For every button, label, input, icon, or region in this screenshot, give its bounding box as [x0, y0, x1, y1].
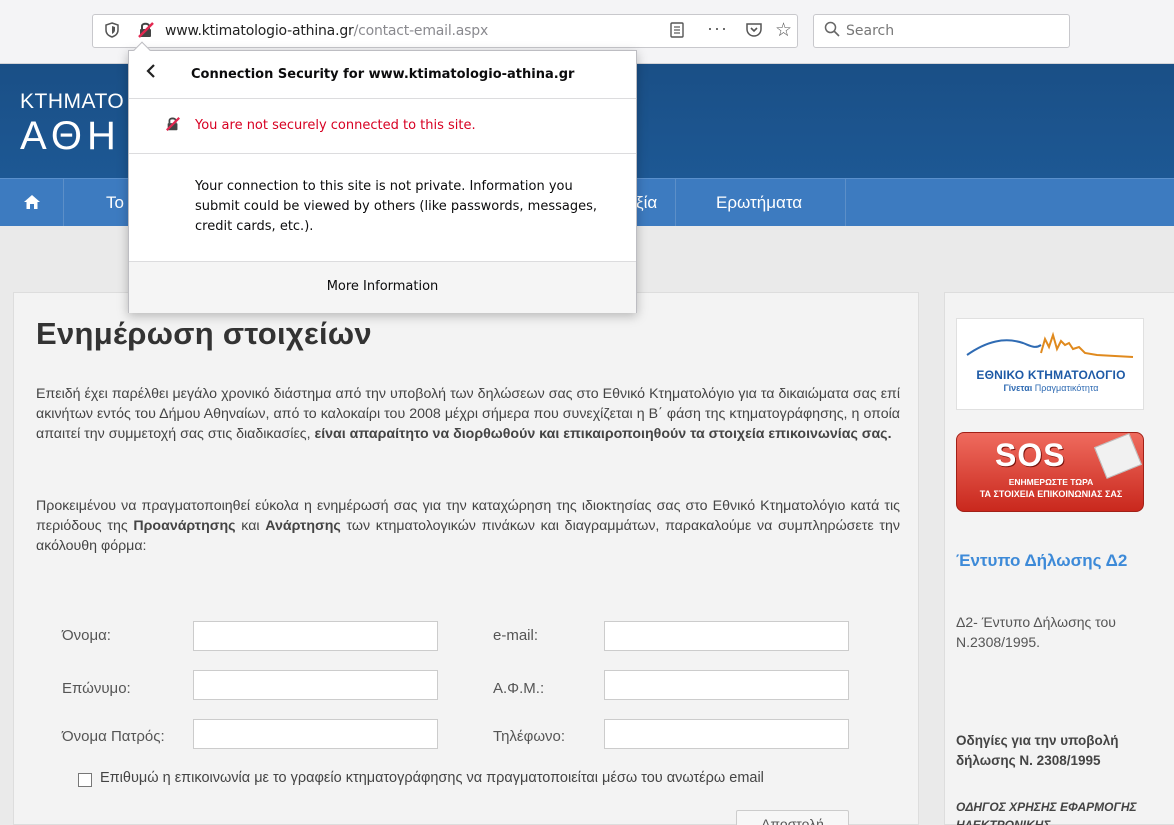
document-icon — [1094, 433, 1142, 479]
search-placeholder: Search — [846, 23, 895, 39]
submit-button[interactable]: Αποστολή — [736, 810, 849, 825]
intro-paragraph: Επειδή έχει παρέλθει μεγάλο χρονικό διάσ… — [36, 384, 900, 444]
insecure-lock-icon — [165, 116, 181, 136]
user-guide-link[interactable]: ΟΔΗΓΟΣ ΧΡΗΣΗΣ ΕΦΑΡΜΟΓΗΣ ΗΛΕΚΤΡΟΝΙΚΗΣ — [956, 798, 1171, 825]
search-icon — [824, 21, 840, 42]
intro-bold: είναι απαραίτητο να διορθωθούν και επικα… — [314, 426, 892, 442]
instructions-bold-1: Προανάρτησης — [133, 518, 236, 534]
url-text[interactable]: www.ktimatologio-athina.gr/contact-email… — [165, 23, 488, 39]
first-name-field[interactable] — [193, 621, 438, 651]
phone-field[interactable] — [604, 719, 849, 749]
back-arrow-icon[interactable] — [145, 63, 157, 84]
pocket-icon[interactable] — [745, 21, 763, 43]
search-box[interactable]: Search — [813, 14, 1070, 48]
url-bar[interactable]: www.ktimatologio-athina.gr/contact-email… — [92, 14, 798, 48]
sos-text: SOS — [995, 437, 1066, 473]
last-name-label: Επώνυμο: — [62, 680, 131, 697]
instructions-link[interactable]: Οδηγίες για την υποβολή δήλωσης Ν. 2308/… — [956, 731, 1171, 771]
popup-title: Connection Security for www.ktimatologio… — [191, 67, 575, 82]
form-instructions: Προκειμένου να πραγματοποιηθεί εύκολα η … — [36, 496, 900, 556]
cadastre-logo-icon — [966, 331, 1134, 358]
banner-cadastre-subtitle: Γίνεται Πραγματικότητα — [957, 383, 1145, 393]
national-cadastre-banner[interactable]: ΕΘΝΙΚΟ ΚΤΗΜΑΤΟΛΟΓΙΟ Γίνεται Πραγματικότη… — [956, 318, 1144, 410]
site-logo-line1[interactable]: ΚΤΗΜΑΤΟ — [20, 90, 124, 114]
email-contact-checkbox[interactable] — [78, 773, 92, 787]
banner-subtitle-text: Πραγματικότητα — [1032, 383, 1099, 393]
first-name-label: Όνομα: — [62, 627, 111, 644]
email-field[interactable] — [604, 621, 849, 651]
bookmark-star-icon[interactable]: ☆ — [775, 19, 792, 42]
afm-label: Α.Φ.Μ.: — [493, 680, 545, 697]
home-icon — [23, 195, 40, 209]
father-name-label: Όνομα Πατρός: — [62, 728, 165, 745]
popup-warning-row: You are not securely connected to this s… — [129, 99, 636, 154]
instructions-text-2: και — [235, 518, 266, 534]
father-name-field[interactable] — [193, 719, 438, 749]
site-logo-line2[interactable]: ΑΘΗ — [20, 114, 121, 159]
sos-line-2: ΤΑ ΣΤΟΙΧΕΙΑ ΕΠΙΚΟΙΝΩΝΙΑΣ ΣΑΣ — [979, 489, 1123, 499]
page-title: Ενημέρωση στοιχείων — [36, 316, 372, 351]
popup-body-text: Your connection to this site is not priv… — [195, 179, 597, 234]
url-path: /contact-email.aspx — [353, 23, 489, 39]
shield-icon[interactable] — [105, 22, 119, 42]
sos-update-banner[interactable]: SOS ΕΝΗΜΕΡΩΣΤΕ ΤΩΡΑ ΤΑ ΣΤΟΙΧΕΙΑ ΕΠΙΚΟΙΝΩ… — [956, 432, 1144, 512]
d2-form-link[interactable]: Δ2- Έντυπο Δήλωσης του Ν.2308/1995. — [956, 612, 1166, 652]
instructions-bold-2: Ανάρτησης — [265, 518, 341, 534]
more-information-button[interactable]: More Information — [129, 261, 636, 313]
nav-item-contact[interactable]: ξία — [636, 179, 677, 226]
insecure-warning-text: You are not securely connected to this s… — [195, 118, 476, 133]
connection-security-popup: Connection Security for www.ktimatologio… — [128, 50, 637, 313]
afm-field[interactable] — [604, 670, 849, 700]
more-icon[interactable]: ··· — [707, 18, 728, 39]
nav-item-questions[interactable]: Ερωτήματα — [696, 179, 846, 226]
nav-home[interactable] — [0, 179, 64, 226]
sos-line-1: ΕΝΗΜΕΡΩΣΤΕ ΤΩΡΑ — [1008, 477, 1094, 487]
banner-cadastre-title: ΕΘΝΙΚΟ ΚΤΗΜΑΤΟΛΟΓΙΟ — [976, 368, 1126, 382]
phone-label: Τηλέφωνο: — [493, 728, 566, 745]
insecure-lock-icon[interactable] — [137, 21, 155, 43]
last-name-field[interactable] — [193, 670, 438, 700]
email-label: e-mail: — [493, 627, 539, 644]
url-domain: www.ktimatologio-athina.gr — [165, 23, 354, 39]
popup-header: Connection Security for www.ktimatologio… — [129, 51, 636, 99]
banner-subtitle-bold: Γίνεται — [1003, 383, 1033, 393]
sidebar-heading: Έντυπο Δήλωσης Δ2 — [956, 551, 1128, 570]
reader-view-icon[interactable] — [669, 21, 685, 43]
email-contact-checkbox-label[interactable]: Επιθυμώ η επικοινωνία με το γραφείο κτημ… — [100, 770, 764, 786]
